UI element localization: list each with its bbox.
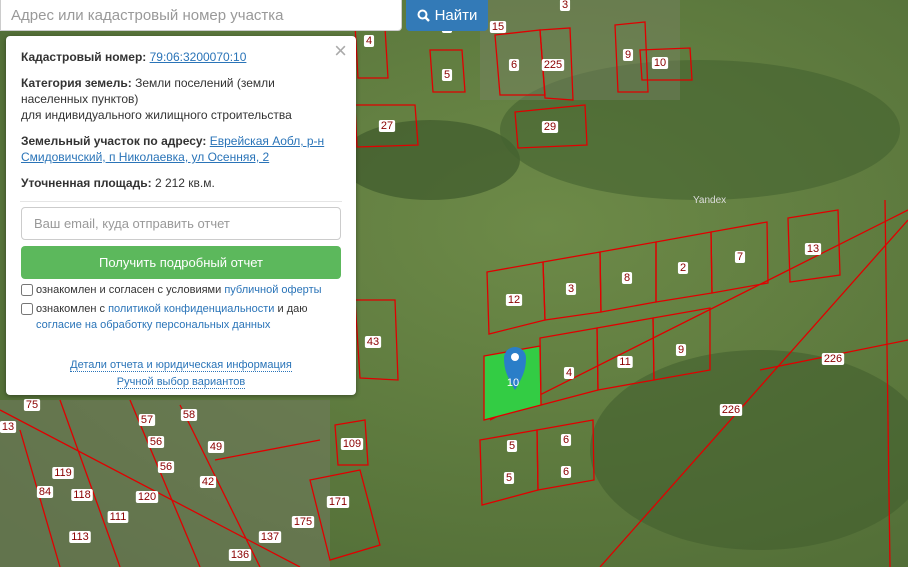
parcel-label: 226 xyxy=(824,353,842,365)
search-input[interactable] xyxy=(0,0,402,31)
cadastral-number-link[interactable]: 79:06:3200070:10 xyxy=(150,50,247,64)
parcel-label: 175 xyxy=(294,516,312,528)
parcel-label: 2 xyxy=(680,262,686,274)
parcel-label: 118 xyxy=(73,489,91,501)
selected-parcel-label: 10 xyxy=(507,377,519,389)
parcel-label: 56 xyxy=(150,436,162,448)
manual-selection-link[interactable]: Ручной выбор вариантов xyxy=(116,376,246,389)
address-link-2[interactable]: Смидовичский, п Николаевка, ул Осенняя, … xyxy=(21,150,269,164)
parcel-label: 75 xyxy=(26,399,38,411)
parcel-label: 225 xyxy=(544,59,562,71)
parcel-label: 5 xyxy=(506,472,512,484)
parcel-label: 13 xyxy=(2,421,14,433)
parcel-label: 3 xyxy=(568,283,574,295)
public-offer-link[interactable]: публичной оферты xyxy=(224,284,321,296)
parcel-label: 6 xyxy=(511,59,517,71)
parcel-label: 137 xyxy=(261,531,279,543)
area-label: Уточненная площадь: xyxy=(21,176,152,190)
privacy-agreement: ознакомлен с политикой конфиденциальност… xyxy=(21,301,341,333)
parcel-label: 113 xyxy=(71,531,89,543)
privacy-checkbox[interactable] xyxy=(21,303,33,315)
parcel-label: 42 xyxy=(202,476,214,488)
parcel-label: 111 xyxy=(110,511,127,523)
parcel-info-popup: × Кадастровый номер: 79:06:3200070:10 Ка… xyxy=(6,36,356,395)
parcel-label: 8 xyxy=(624,272,630,284)
parcel-label: 6 xyxy=(563,434,569,446)
parcel-label: 7 xyxy=(737,251,743,263)
parcel-label: 136 xyxy=(231,549,249,561)
parcel-label: 11 xyxy=(619,356,630,368)
parcel-label: 13 xyxy=(807,243,819,255)
parcel-label: 109 xyxy=(343,438,361,450)
parcel-label: 4 xyxy=(566,367,572,379)
offer-checkbox[interactable] xyxy=(21,284,33,296)
parcel-label: 171 xyxy=(329,496,347,508)
parcel-label: 12 xyxy=(508,294,520,306)
category-value: Земли поселений (земли xyxy=(135,76,275,90)
divider xyxy=(20,201,342,202)
parcel-label: 49 xyxy=(210,441,222,453)
parcel-label: 29 xyxy=(544,121,556,133)
category-value-2: населенных пунктов) xyxy=(21,92,139,106)
search-button[interactable]: Найти xyxy=(406,0,488,31)
privacy-text: ознакомлен с xyxy=(36,303,106,315)
personal-data-consent-link[interactable]: согласие на обработку персональных данны… xyxy=(36,319,270,331)
category-label: Категория земель: xyxy=(21,76,132,90)
parcel-label: 27 xyxy=(381,120,393,132)
address-label: Земельный участок по адресу: xyxy=(21,134,207,148)
offer-text: ознакомлен и согласен с условиями xyxy=(36,284,222,296)
parcel-label: 4 xyxy=(366,35,372,47)
address-link[interactable]: Еврейская Аобл, р-н xyxy=(210,134,324,148)
get-report-button[interactable]: Получить подробный отчет xyxy=(21,246,341,279)
parcel-label: 120 xyxy=(138,491,156,503)
parcel-label: 3 xyxy=(562,0,568,11)
parcel-label: 5 xyxy=(444,69,450,81)
privacy-policy-link[interactable]: политикой конфиденциальности xyxy=(108,303,274,315)
parcel-label: 57 xyxy=(141,414,153,426)
search-button-label: Найти xyxy=(434,7,478,24)
area-value: 2 212 кв.м. xyxy=(154,176,215,190)
yandex-watermark: Yandex xyxy=(693,195,726,206)
close-icon[interactable]: × xyxy=(334,40,347,62)
category-value-3: для индивидуального жилищного строительс… xyxy=(21,108,292,122)
parcel-label: 5 xyxy=(509,440,515,452)
parcel-label: 84 xyxy=(39,486,51,498)
parcel-label: 119 xyxy=(54,467,72,479)
cadastral-label: Кадастровый номер: xyxy=(21,50,147,64)
parcel-label: 58 xyxy=(183,409,195,421)
parcel-label: 10 xyxy=(654,57,666,69)
parcel-label: 6 xyxy=(563,466,569,478)
parcel-label: 56 xyxy=(160,461,172,473)
parcel-label: 9 xyxy=(625,49,631,61)
privacy-mid: и даю xyxy=(277,303,308,315)
parcel-label: 15 xyxy=(492,21,504,33)
offer-agreement: ознакомлен и согласен с условиями публич… xyxy=(21,282,341,298)
email-input[interactable] xyxy=(21,207,341,240)
parcel-label: 226 xyxy=(722,404,740,416)
report-details-link[interactable]: Детали отчета и юридическая информация xyxy=(70,359,292,372)
search-icon xyxy=(417,9,430,22)
parcel-label: 9 xyxy=(678,344,684,356)
parcel-label: 43 xyxy=(367,336,379,348)
